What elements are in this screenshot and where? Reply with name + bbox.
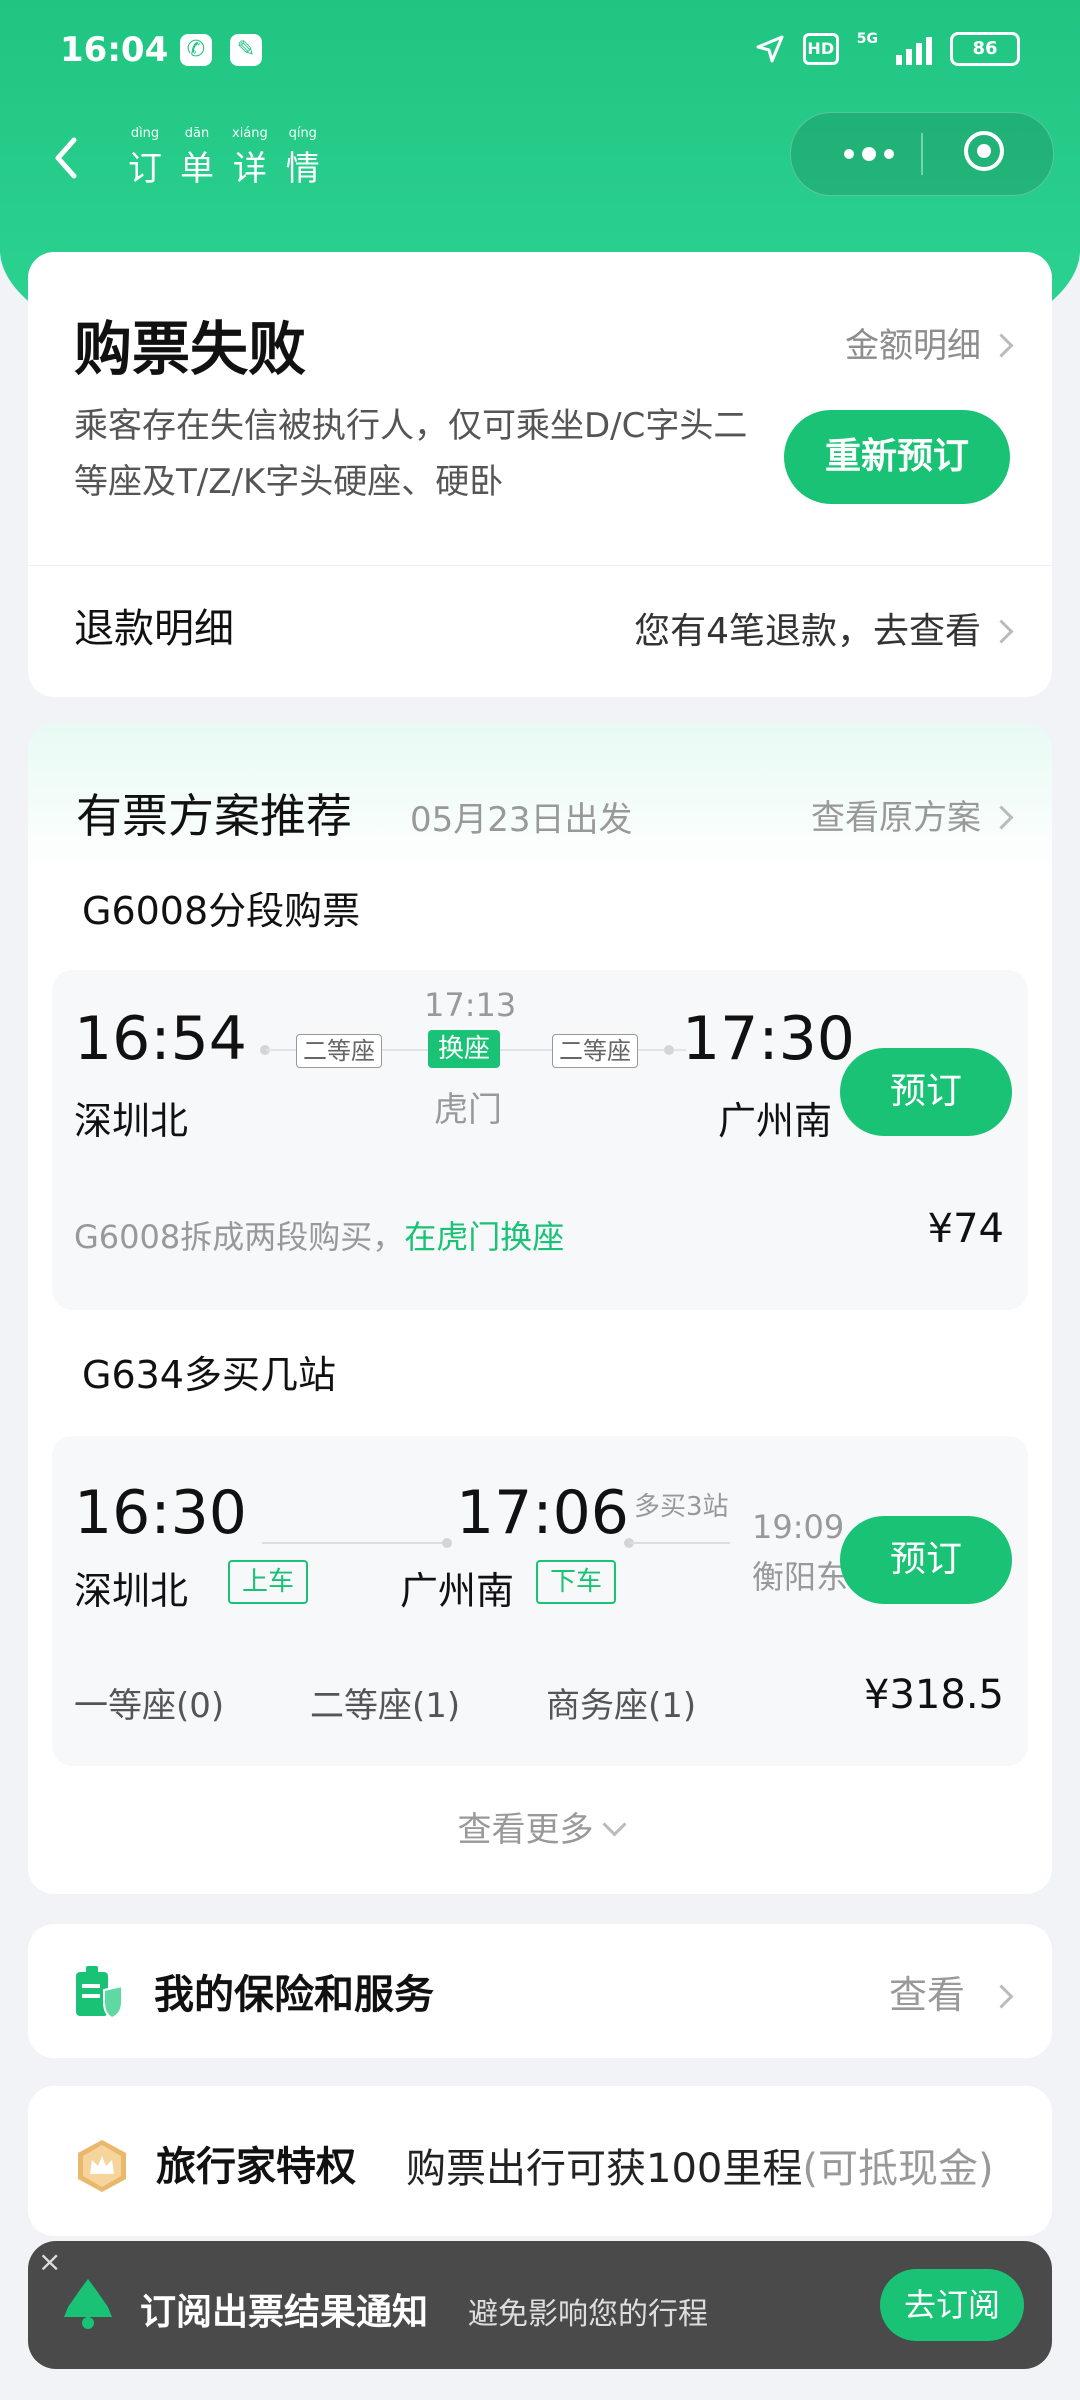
chevron-right-icon (989, 619, 1014, 644)
signal-icon (896, 33, 932, 65)
plan2-depart-station: 深圳北 (74, 1569, 189, 1613)
result-title: 购票失败 (74, 315, 307, 383)
recommend-card: 有票方案推荐 05月23日出发 查看原方案 G6008分段购票 16:54 深圳… (28, 724, 1052, 1894)
feather-icon: ✎ (230, 34, 262, 66)
nav-bar: dìng 订 dān 单 xiáng 详 qíng 情 (0, 110, 1080, 220)
network-label: 5G (856, 31, 878, 47)
amount-detail-link[interactable]: 金额明细 (845, 318, 1014, 367)
subscribe-button[interactable]: 去订阅 (880, 2269, 1024, 2341)
view-original-plan-link[interactable]: 查看原方案 (811, 790, 1014, 839)
plan1-depart-time: 16:54 (74, 1004, 247, 1074)
plan2-end-time: 19:09 (752, 1508, 845, 1546)
plan1-transfer-tag: 换座 (428, 1030, 501, 1068)
insurance-card[interactable]: 我的保险和服务 查看 (28, 1924, 1052, 2058)
bell-icon (64, 2279, 112, 2329)
traveler-desc: 购票出行可获100里程(可抵现金) (406, 2146, 994, 2192)
plan2-depart-time: 16:30 (74, 1478, 247, 1548)
result-description: 乘客存在失信被执行人，仅可乘坐D/C字头二等座及T/Z/K字头硬座、硬卧 (74, 406, 748, 502)
chevron-down-icon (601, 1812, 627, 1837)
hd-icon: HD (802, 33, 839, 65)
chevron-right-icon (989, 333, 1014, 358)
result-card: 购票失败 金额明细 乘客存在失信被执行人，仅可乘坐D/C字头二等座及T/Z/K字… (28, 252, 1052, 697)
more-icon[interactable] (819, 113, 919, 195)
plan2-card[interactable]: 16:30 深圳北 上车 17:06 广州南 下车 多买3站 19:09 衡阳东… (52, 1436, 1028, 1766)
rebook-button[interactable]: 重新预订 (784, 410, 1010, 504)
plan1-transfer-time: 17:13 (424, 986, 517, 1024)
close-miniprogram-icon[interactable] (964, 131, 1004, 171)
refund-label: 退款明细 (74, 606, 234, 652)
plan2-seat-business: 商务座(1) (546, 1686, 697, 1726)
location-icon (756, 35, 784, 63)
wechat-icon: ✆ (180, 34, 212, 66)
battery-icon: 86 (950, 32, 1020, 66)
plan2-title: G634多买几站 (82, 1353, 336, 1397)
plan2-seat-first: 一等座(0) (74, 1686, 225, 1726)
plan1-title: G6008分段购票 (82, 889, 361, 933)
plan2-extra-label: 多买3站 (634, 1492, 729, 1522)
plan1-note-highlight: 在虎门换座 (404, 1218, 565, 1256)
back-icon[interactable] (36, 128, 96, 188)
page-title: dìng 订 dān 单 xiáng 详 qíng 情 (128, 126, 320, 189)
plan1-book-button[interactable]: 预订 (840, 1048, 1012, 1136)
plan2-seat-second: 二等座(1) (310, 1686, 461, 1726)
insurance-icon (76, 1966, 123, 2020)
plan2-end-station: 衡阳东 (752, 1558, 849, 1596)
insurance-view-link[interactable]: 查看 (889, 1964, 1014, 2019)
toast-desc: 避免影响您的行程 (468, 2297, 708, 2332)
plan2-arrive-station: 广州南 (400, 1569, 515, 1613)
recommend-date: 05月23日出发 (410, 800, 633, 840)
recommend-title: 有票方案推荐 (76, 789, 352, 843)
chevron-right-icon (989, 805, 1014, 830)
plan2-board-tag: 上车 (228, 1560, 309, 1604)
plan2-arrive-time: 17:06 (456, 1478, 629, 1548)
toast-title: 订阅出票结果通知 (140, 2292, 429, 2333)
plan1-note: G6008拆成两段购买，在虎门换座 (74, 1218, 565, 1256)
insurance-title: 我的保险和服务 (154, 1972, 434, 2018)
plan1-seat-b: 二等座 (552, 1034, 638, 1068)
chevron-right-icon (989, 1984, 1014, 2009)
plan1-depart-station: 深圳北 (74, 1099, 189, 1143)
status-bar: 16:04 ✆ ✎ HD 5G 86 (0, 0, 1080, 105)
plan2-price: ¥318.5 (864, 1672, 1004, 1718)
plan1-card[interactable]: 16:54 深圳北 二等座 17:13 换座 虎门 二等座 17:30 广州南 … (52, 970, 1028, 1310)
plan1-seat-a: 二等座 (296, 1034, 382, 1068)
plan1-transfer-station: 虎门 (434, 1090, 502, 1130)
refund-detail-link[interactable]: 您有4笔退款，去查看 (634, 602, 1014, 654)
plan1-arrive-time: 17:30 (682, 1004, 855, 1074)
plan2-book-button[interactable]: 预订 (840, 1516, 1012, 1604)
view-more-link[interactable]: 查看更多 (28, 1802, 1052, 1851)
plan1-price: ¥74 (927, 1206, 1004, 1252)
plan1-arrive-station: 广州南 (718, 1099, 833, 1143)
status-time: 16:04 (60, 30, 169, 70)
subscribe-toast: × 订阅出票结果通知 避免影响您的行程 去订阅 (28, 2241, 1052, 2369)
plan2-alight-tag: 下车 (536, 1560, 617, 1604)
traveler-card[interactable]: 旅行家特权 购票出行可获100里程(可抵现金) (28, 2086, 1052, 2236)
miniprogram-capsule (790, 112, 1054, 196)
traveler-title: 旅行家特权 (156, 2144, 356, 2190)
crown-badge-icon (78, 2140, 126, 2192)
